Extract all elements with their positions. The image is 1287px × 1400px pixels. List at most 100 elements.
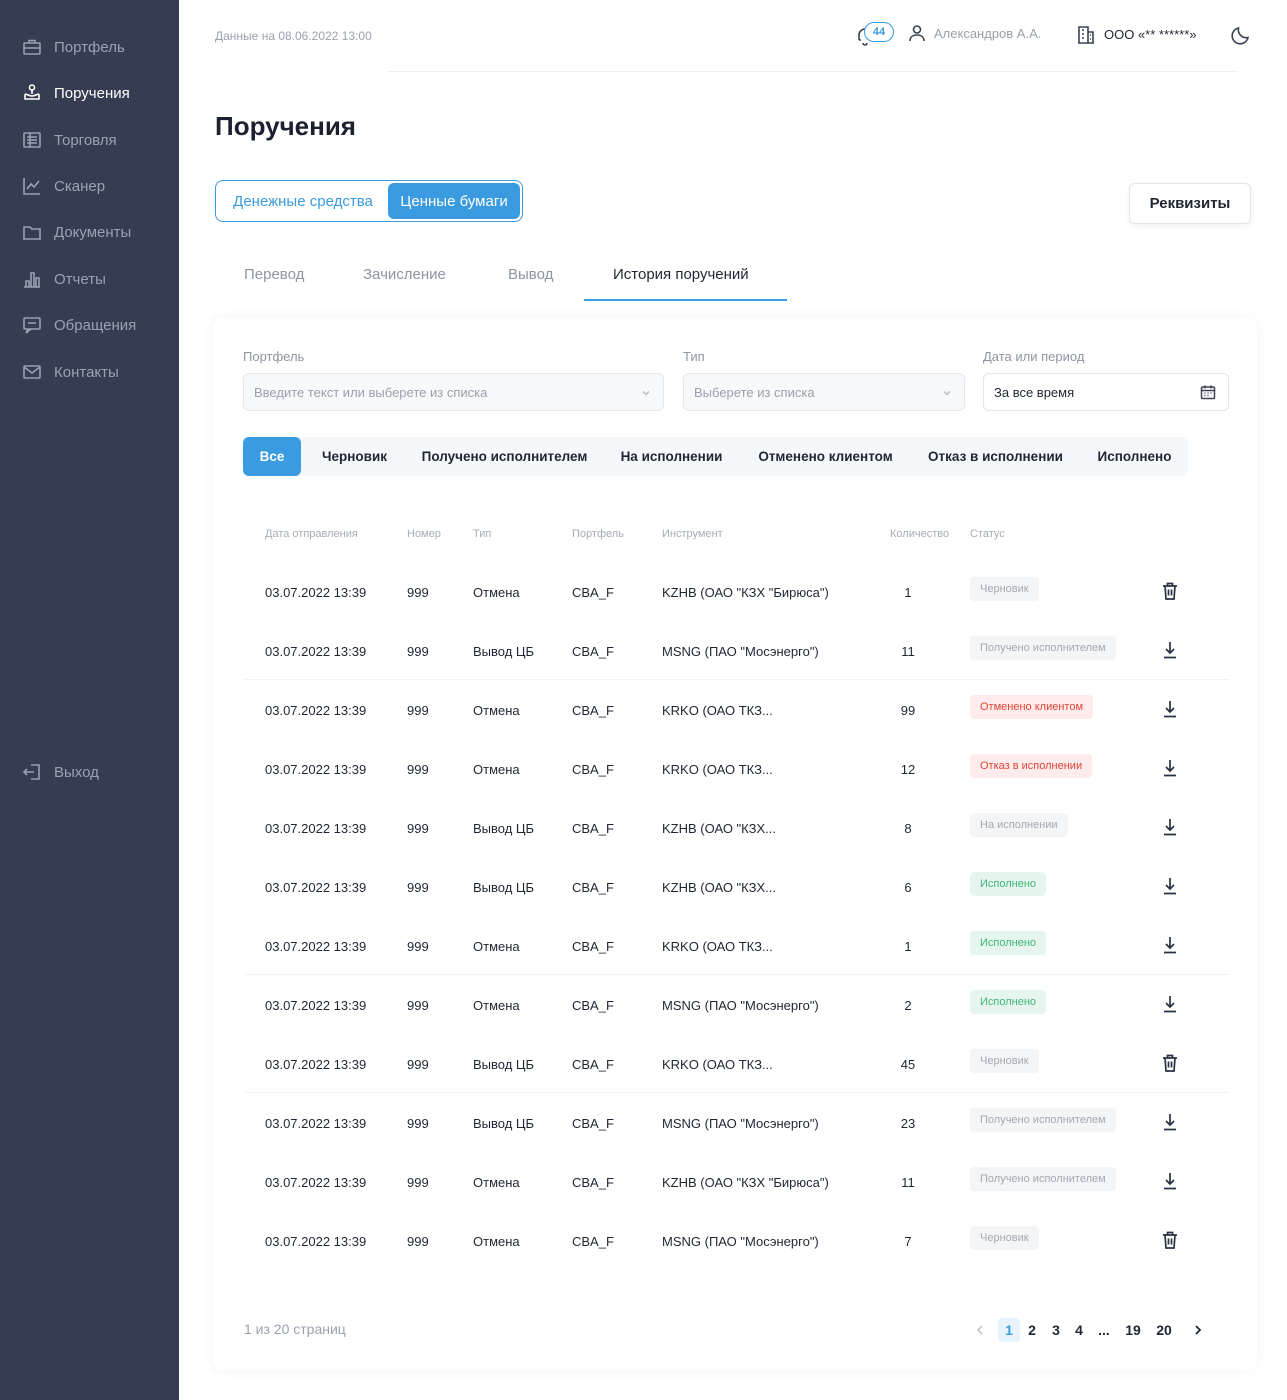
logout-button[interactable]: Выход bbox=[22, 760, 99, 784]
theme-toggle[interactable] bbox=[1230, 24, 1252, 46]
prev-page-button[interactable] bbox=[972, 1318, 988, 1342]
trash-icon bbox=[1161, 1231, 1179, 1254]
table-row[interactable]: 03.07.2022 13:39 999 Вывод ЦБ CBA_F KZHB (ОА… bbox=[244, 798, 1229, 857]
sidebar-item-trading[interactable]: Торговля bbox=[22, 128, 117, 152]
cell-type: Отмена bbox=[473, 585, 520, 600]
download-icon bbox=[1161, 937, 1179, 959]
status-badge: Отказ в исполнении bbox=[970, 754, 1093, 778]
next-page-button[interactable] bbox=[1190, 1318, 1206, 1342]
cell-instrument: KZHB (ОАО "КЗХ "Бирюса") bbox=[662, 585, 829, 600]
table-row[interactable]: 03.07.2022 13:39 999 Вывод ЦБ CBA_F KRKO (ОА… bbox=[244, 1034, 1229, 1093]
col-quantity[interactable]: Количество bbox=[890, 528, 949, 540]
sidebar-item-contacts[interactable]: Контакты bbox=[22, 360, 119, 384]
type-placeholder: Выберете из списка bbox=[694, 384, 815, 400]
tab-history[interactable]: История поручений bbox=[613, 266, 749, 283]
page-3[interactable]: 3 bbox=[1048, 1318, 1064, 1342]
col-date[interactable]: Дата отправления bbox=[265, 528, 358, 540]
download-icon bbox=[1161, 819, 1179, 841]
chart-line-icon bbox=[22, 176, 42, 196]
portfolio-input[interactable]: Введите текст или выберете из списка bbox=[243, 373, 664, 411]
table-row[interactable]: 03.07.2022 13:39 999 Отмена CBA_F KRKO (ОАО … bbox=[244, 680, 1229, 739]
download-icon bbox=[1161, 642, 1179, 664]
segment-money[interactable]: Денежные средства bbox=[218, 183, 388, 219]
cell-portfolio: CBA_F bbox=[572, 762, 614, 777]
download-button[interactable] bbox=[1161, 817, 1179, 837]
status-chip-rejected[interactable]: Отказ в исполнении bbox=[916, 437, 1075, 476]
col-instrument[interactable]: Инструмент bbox=[662, 528, 723, 540]
cell-date: 03.07.2022 13:39 bbox=[265, 644, 367, 659]
page-2[interactable]: 2 bbox=[1024, 1318, 1040, 1342]
delete-button[interactable] bbox=[1161, 1053, 1179, 1073]
cell-portfolio: CBA_F bbox=[572, 1057, 614, 1072]
segment-securities[interactable]: Ценные бумаги bbox=[388, 183, 520, 219]
table-row[interactable]: 03.07.2022 13:39 999 Отмена CBA_F KZHB (ОАО … bbox=[244, 1152, 1229, 1211]
download-button[interactable] bbox=[1161, 994, 1179, 1014]
download-icon bbox=[1161, 878, 1179, 900]
notifications-button[interactable]: 44 bbox=[856, 20, 894, 48]
col-status[interactable]: Статус bbox=[970, 528, 1005, 540]
tab-deposit[interactable]: Зачисление bbox=[363, 266, 446, 283]
col-portfolio[interactable]: Портфель bbox=[572, 528, 624, 540]
cell-instrument: KRKO (ОАО ТКЗ... bbox=[662, 703, 773, 718]
table-row[interactable]: 03.07.2022 13:39 999 Вывод ЦБ CBA_F KZHB (ОА… bbox=[244, 857, 1229, 916]
table-row[interactable]: 03.07.2022 13:39 999 Отмена CBA_F MSNG (ПАО … bbox=[244, 1211, 1229, 1270]
tab-withdraw[interactable]: Вывод bbox=[508, 266, 553, 283]
active-tab-indicator bbox=[584, 299, 787, 301]
cell-number: 999 bbox=[407, 585, 429, 600]
date-picker[interactable]: За все время bbox=[983, 373, 1229, 411]
table-row[interactable]: 03.07.2022 13:39 999 Вывод ЦБ CBA_F MSNG (ПА… bbox=[244, 621, 1229, 680]
status-chip-all[interactable]: Все bbox=[243, 437, 301, 476]
download-button[interactable] bbox=[1161, 640, 1179, 660]
calendar-icon bbox=[1200, 384, 1216, 400]
status-chip-received[interactable]: Получено исполнителем bbox=[411, 437, 598, 476]
sidebar-item-scanner[interactable]: Сканер bbox=[22, 174, 105, 198]
table-row[interactable]: 03.07.2022 13:39 999 Вывод ЦБ CBA_F MSNG (ПА… bbox=[244, 1093, 1229, 1152]
cell-date: 03.07.2022 13:39 bbox=[265, 998, 367, 1013]
col-type[interactable]: Тип bbox=[473, 528, 491, 540]
status-chip-cancelled[interactable]: Отменено клиентом bbox=[745, 437, 906, 476]
table-row[interactable]: 03.07.2022 13:39 999 Отмена CBA_F KRKO (ОАО … bbox=[244, 739, 1229, 798]
status-badge: Исполнено bbox=[970, 990, 1047, 1014]
cell-quantity: 1 bbox=[904, 585, 912, 600]
download-button[interactable] bbox=[1161, 1112, 1179, 1132]
page-20[interactable]: 20 bbox=[1154, 1318, 1174, 1342]
table-row[interactable]: 03.07.2022 13:39 999 Отмена CBA_F KZHB (ОАО … bbox=[244, 562, 1229, 621]
cell-portfolio: CBA_F bbox=[572, 998, 614, 1013]
sidebar-item-portfolio[interactable]: Портфель bbox=[22, 35, 125, 59]
col-number[interactable]: Номер bbox=[407, 528, 441, 540]
sidebar-item-orders[interactable]: Поручения bbox=[22, 81, 130, 105]
type-select[interactable]: Выберете из списка bbox=[683, 373, 965, 411]
sidebar-item-requests[interactable]: Обращения bbox=[22, 313, 136, 337]
status-chip-draft[interactable]: Черновик bbox=[308, 437, 401, 476]
sidebar-item-documents[interactable]: Документы bbox=[22, 220, 131, 244]
page-4[interactable]: 4 bbox=[1071, 1318, 1087, 1342]
type-label: Тип bbox=[683, 349, 705, 364]
table-row[interactable]: 03.07.2022 13:39 999 Отмена CBA_F KRKO (ОАО … bbox=[244, 916, 1229, 975]
cell-portfolio: CBA_F bbox=[572, 939, 614, 954]
table-row[interactable]: 03.07.2022 13:39 999 Отмена CBA_F MSNG (ПАО … bbox=[244, 975, 1229, 1034]
page-19[interactable]: 19 bbox=[1123, 1318, 1143, 1342]
delete-button[interactable] bbox=[1161, 581, 1179, 601]
cell-number: 999 bbox=[407, 1116, 429, 1131]
sidebar-item-reports[interactable]: Отчеты bbox=[22, 267, 106, 291]
cell-portfolio: CBA_F bbox=[572, 703, 614, 718]
page-1[interactable]: 1 bbox=[998, 1318, 1020, 1342]
chevron-down-icon bbox=[942, 386, 952, 396]
user-menu[interactable]: Александров А.А. bbox=[908, 24, 1041, 42]
download-button[interactable] bbox=[1161, 935, 1179, 955]
status-chip-done[interactable]: Исполнено bbox=[1085, 437, 1184, 476]
tab-transfer[interactable]: Перевод bbox=[244, 266, 304, 283]
download-button[interactable] bbox=[1161, 699, 1179, 719]
cell-date: 03.07.2022 13:39 bbox=[265, 1175, 367, 1190]
delete-button[interactable] bbox=[1161, 1230, 1179, 1250]
status-chip-in-progress[interactable]: На исполнении bbox=[608, 437, 735, 476]
requisites-button[interactable]: Реквизиты bbox=[1129, 183, 1251, 224]
download-icon bbox=[1161, 1173, 1179, 1195]
org-selector[interactable]: ООО «** ******» bbox=[1077, 24, 1197, 44]
cell-type: Отмена bbox=[473, 1175, 520, 1190]
download-button[interactable] bbox=[1161, 876, 1179, 896]
download-button[interactable] bbox=[1161, 1171, 1179, 1191]
chevron-down-icon bbox=[641, 386, 651, 396]
download-button[interactable] bbox=[1161, 758, 1179, 778]
cell-instrument: MSNG (ПАО "Мосэнерго") bbox=[662, 998, 819, 1013]
